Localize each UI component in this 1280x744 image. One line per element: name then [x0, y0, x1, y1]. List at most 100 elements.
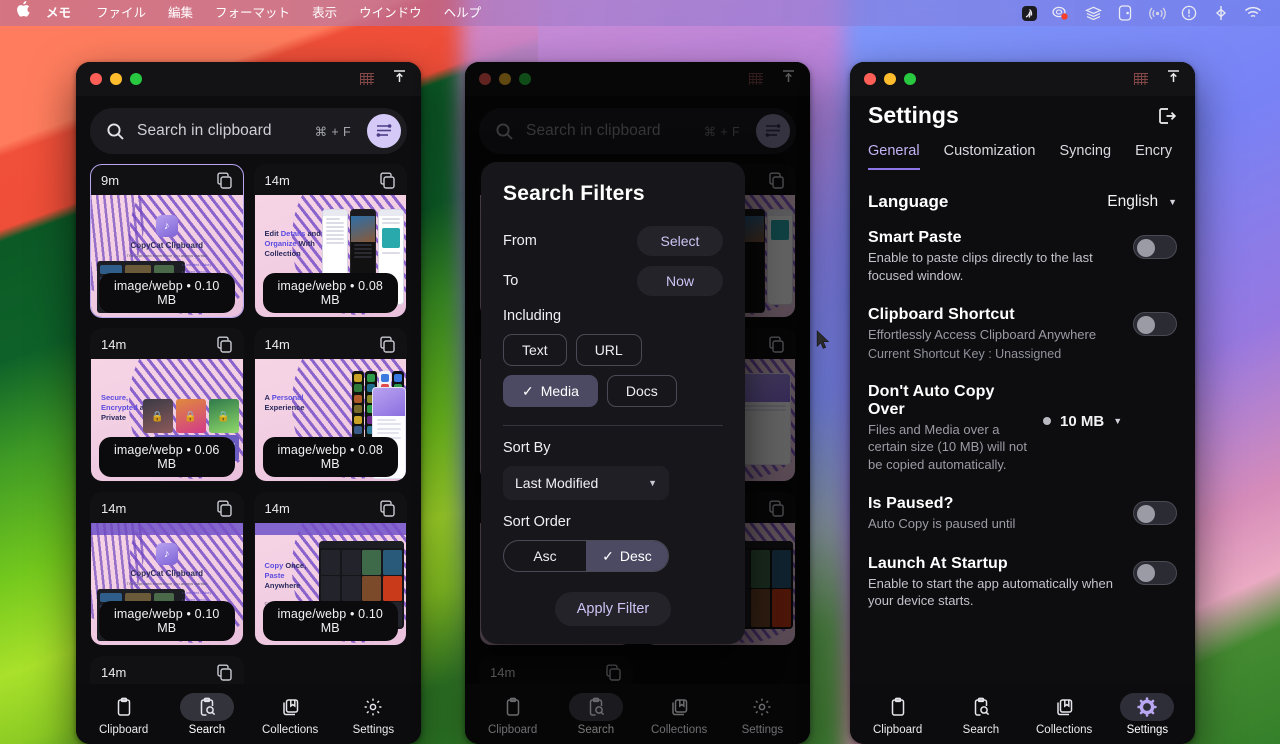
setting-row-language: Language English ▼ — [868, 180, 1177, 218]
search-input[interactable]: Search in clipboard — [137, 122, 272, 140]
setting-row-dont-auto-copy-over: Don't Auto Copy Over Files and Media ove… — [868, 372, 1177, 485]
search-filters-window: Search in clipboard ⌘ + F 9m 14m 14m — [465, 62, 810, 744]
chip-url[interactable]: URL — [575, 334, 642, 366]
chip-label: URL — [594, 342, 623, 358]
copy-icon[interactable] — [216, 172, 233, 189]
modal-title: Search Filters — [503, 182, 645, 205]
size-limit-select[interactable]: 10 MB ▼ — [1043, 413, 1122, 430]
menu-item-format[interactable]: フォーマット — [204, 0, 301, 26]
logout-icon[interactable] — [1155, 106, 1177, 126]
nav-item-clipboard[interactable]: Clipboard — [88, 693, 160, 736]
filter-row-from: From Select — [503, 226, 723, 256]
bottom-navigation: Clipboard Search Collections Settings — [465, 684, 810, 744]
settings-content[interactable]: Language English ▼ Smart Paste Enable to… — [850, 170, 1195, 670]
menu-app-name[interactable]: メモ — [40, 0, 85, 26]
search-filters-button[interactable] — [367, 114, 401, 148]
smart-paste-toggle[interactable] — [1133, 235, 1177, 259]
copy-icon[interactable] — [379, 336, 396, 353]
stacks-icon[interactable] — [1084, 4, 1102, 22]
clip-card[interactable]: 14m Copy Once, Paste Anywhere CopyCat ha… — [253, 492, 407, 646]
collections-icon — [263, 693, 317, 721]
pin-icon[interactable] — [1166, 69, 1181, 89]
copy-icon[interactable] — [379, 500, 396, 517]
clipboard-list[interactable]: 9m CopyCat Clipboard The Clipboard exper… — [76, 162, 421, 722]
copy-icon[interactable] — [216, 336, 233, 353]
sort-order-asc[interactable]: Asc — [504, 541, 586, 571]
menu-item-file[interactable]: ファイル — [85, 0, 157, 26]
nav-item-collections[interactable]: Collections — [254, 693, 326, 736]
sort-by-select[interactable]: Last Modified ▼ — [503, 466, 669, 500]
from-select-button[interactable]: Select — [637, 226, 723, 256]
nav-item-collections[interactable]: Collections — [1028, 693, 1100, 736]
tab-encryption[interactable]: Encry — [1135, 143, 1172, 170]
apple-menu-icon[interactable] — [14, 0, 40, 26]
bullet-icon — [1043, 417, 1051, 426]
maximize-window-button[interactable] — [130, 73, 142, 85]
menu-item-view[interactable]: 表示 — [301, 0, 348, 26]
tab-customization[interactable]: Customization — [944, 143, 1036, 170]
menu-item-help[interactable]: ヘルプ — [433, 0, 493, 26]
sort-order-desc[interactable]: ✓ Desc — [586, 541, 668, 571]
screen-record-icon[interactable] — [1052, 4, 1070, 22]
app-dark-icon[interactable] — [1020, 4, 1038, 22]
nav-label: Search — [577, 723, 615, 736]
nav-item-clipboard[interactable]: Clipboard — [477, 693, 549, 736]
tab-general[interactable]: General — [868, 143, 920, 170]
macos-menu-bar: メモ ファイル 編集 フォーマット 表示 ウインドウ ヘルプ — [0, 0, 1280, 26]
search-shortcut-hint: ⌘ + F — [314, 124, 351, 139]
maximize-window-button[interactable] — [904, 73, 916, 85]
settings-header: Settings — [850, 96, 1195, 129]
clipboard-shortcut-toggle[interactable] — [1133, 312, 1177, 337]
nav-item-settings[interactable]: Settings — [1111, 692, 1183, 736]
clip-card[interactable]: 14m CopyCat Clipboard The Clipboard expe… — [90, 492, 244, 646]
chip-media[interactable]: ✓ Media — [503, 375, 598, 407]
wifi-icon[interactable] — [1244, 4, 1262, 22]
setting-name: Don't Auto Copy Over — [868, 382, 995, 418]
control-center-icon[interactable] — [1180, 4, 1198, 22]
copy-icon[interactable] — [379, 172, 396, 189]
battery-icon[interactable] — [1116, 4, 1134, 22]
language-select[interactable]: English ▼ — [1107, 193, 1177, 211]
chip-docs[interactable]: Docs — [606, 375, 677, 407]
copy-icon[interactable] — [216, 664, 233, 681]
grid-icon[interactable] — [360, 73, 374, 85]
close-window-button[interactable] — [90, 73, 102, 85]
clip-card[interactable]: 14m Secure, Encrypted and Private End-to… — [90, 328, 244, 482]
menu-item-window[interactable]: ウインドウ — [348, 0, 433, 26]
nav-label: Collections — [651, 723, 708, 736]
chip-label: Docs — [625, 383, 658, 399]
is-paused-toggle[interactable] — [1133, 501, 1177, 526]
search-bar[interactable]: Search in clipboard ⌘ + F — [90, 108, 407, 154]
nav-item-clipboard[interactable]: Clipboard — [862, 693, 934, 736]
nav-label: Settings — [1126, 723, 1169, 736]
clip-timestamp: 14m — [101, 336, 127, 352]
settings-tabs: General Customization Syncing Encry — [850, 129, 1195, 170]
nav-item-search[interactable]: Search — [560, 692, 632, 736]
grid-icon[interactable] — [1134, 73, 1148, 85]
minimize-window-button[interactable] — [884, 73, 896, 85]
close-window-button[interactable] — [864, 73, 876, 85]
nav-item-collections[interactable]: Collections — [643, 693, 715, 736]
pin-icon[interactable] — [392, 69, 407, 89]
bluetooth-icon[interactable] — [1212, 4, 1230, 22]
nav-item-search[interactable]: Search — [945, 693, 1017, 736]
menu-item-edit[interactable]: 編集 — [157, 0, 204, 26]
tab-syncing[interactable]: Syncing — [1059, 143, 1111, 170]
clipboard-icon — [97, 693, 151, 721]
nav-item-search[interactable]: Search — [171, 692, 243, 736]
nav-item-settings[interactable]: Settings — [337, 693, 409, 736]
nav-item-settings[interactable]: Settings — [726, 693, 798, 736]
apply-filter-button[interactable]: Apply Filter — [554, 592, 672, 626]
clip-meta: image/webp • 0.10 MB — [99, 601, 235, 641]
to-select-button[interactable]: Now — [637, 266, 723, 296]
language-label: Language — [868, 192, 949, 211]
minimize-window-button[interactable] — [110, 73, 122, 85]
copy-icon[interactable] — [216, 500, 233, 517]
launch-at-startup-toggle[interactable] — [1133, 560, 1177, 585]
airplay-icon[interactable] — [1148, 4, 1166, 22]
chip-label: Text — [522, 342, 548, 358]
clip-card[interactable]: 14m Edit Details and Organize With Colle… — [253, 164, 407, 318]
clip-card[interactable]: 9m CopyCat Clipboard The Clipboard exper… — [90, 164, 244, 318]
chip-text[interactable]: Text — [503, 334, 567, 366]
clip-card[interactable]: 14m A PersonalExperience Personalise you… — [253, 328, 407, 482]
